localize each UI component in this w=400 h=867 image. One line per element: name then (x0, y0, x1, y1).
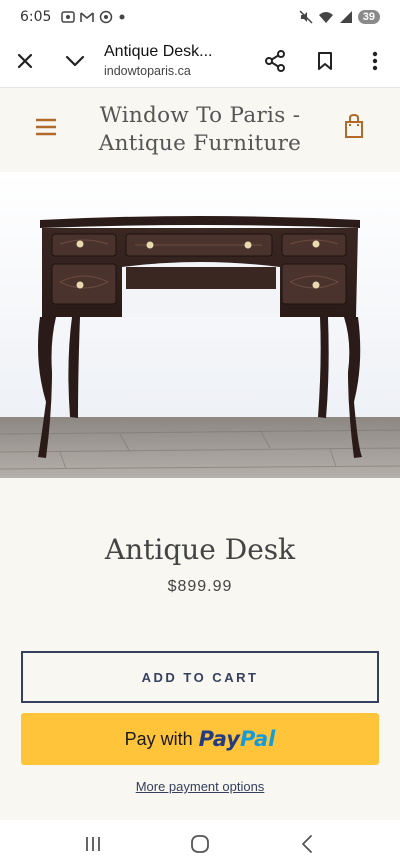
notification-icons (61, 10, 126, 24)
bookmark-icon (318, 51, 332, 70)
battery-indicator: 39 (357, 10, 380, 24)
share-icon (265, 49, 285, 72)
paypal-logo-pal: Pal (239, 727, 276, 751)
add-to-cart-button[interactable]: ADD TO CART (21, 651, 379, 703)
close-icon (17, 53, 33, 68)
dot-icon (119, 14, 125, 20)
site-name-line2: Antique Furniture (98, 131, 302, 156)
recent-apps-button[interactable] (73, 824, 113, 864)
cart-button[interactable] (344, 113, 364, 144)
home-icon (191, 834, 209, 853)
page-title: Antique Desk... (104, 43, 213, 60)
url-bar[interactable]: Antique Desk... indowtoparis.ca (100, 43, 250, 78)
chrome-icon (100, 10, 113, 24)
paypal-logo-pay: Pay (198, 727, 240, 751)
bookmark-button[interactable] (300, 34, 350, 88)
more-payment-options-link[interactable]: More payment options (0, 779, 400, 794)
site-header: Window To Paris - Antique Furniture (0, 88, 400, 172)
expand-button[interactable] (50, 34, 100, 88)
paypal-prefix: Pay with (124, 728, 193, 749)
status-time: 6:05 (20, 9, 52, 25)
more-vert-icon (372, 51, 378, 70)
menu-button[interactable] (34, 115, 58, 139)
system-nav-bar (0, 820, 400, 867)
site-logo-text[interactable]: Window To Paris - Antique Furniture (0, 102, 400, 158)
signal-icon (339, 11, 352, 23)
antique-desk-photo (0, 172, 400, 478)
close-tab-button[interactable] (0, 34, 50, 88)
page-url: indowtoparis.ca (104, 64, 191, 78)
back-icon (301, 834, 312, 853)
home-button[interactable] (180, 824, 220, 864)
chevron-down-icon (65, 55, 85, 66)
product-price: $899.99 (167, 578, 233, 595)
gmail-icon (80, 12, 95, 22)
status-bar: 6:05 39 (0, 0, 400, 34)
wifi-icon (318, 12, 333, 23)
product-title: Antique Desk (104, 533, 296, 566)
shopping-bag-icon (345, 113, 363, 138)
screenshot-icon (61, 11, 76, 23)
product-image[interactable] (0, 172, 400, 478)
paypal-logo: PayPal (199, 727, 276, 751)
browser-toolbar: Antique Desk... indowtoparis.ca (0, 34, 400, 88)
back-button[interactable] (287, 824, 327, 864)
site-name-line1: Window To Paris - (99, 103, 301, 128)
hamburger-menu-icon (36, 118, 56, 136)
recent-apps-icon (86, 836, 101, 851)
more-options-button[interactable] (350, 34, 400, 88)
mute-icon (299, 10, 313, 24)
paypal-button[interactable]: Pay with PayPal (21, 713, 379, 765)
share-button[interactable] (250, 34, 300, 88)
